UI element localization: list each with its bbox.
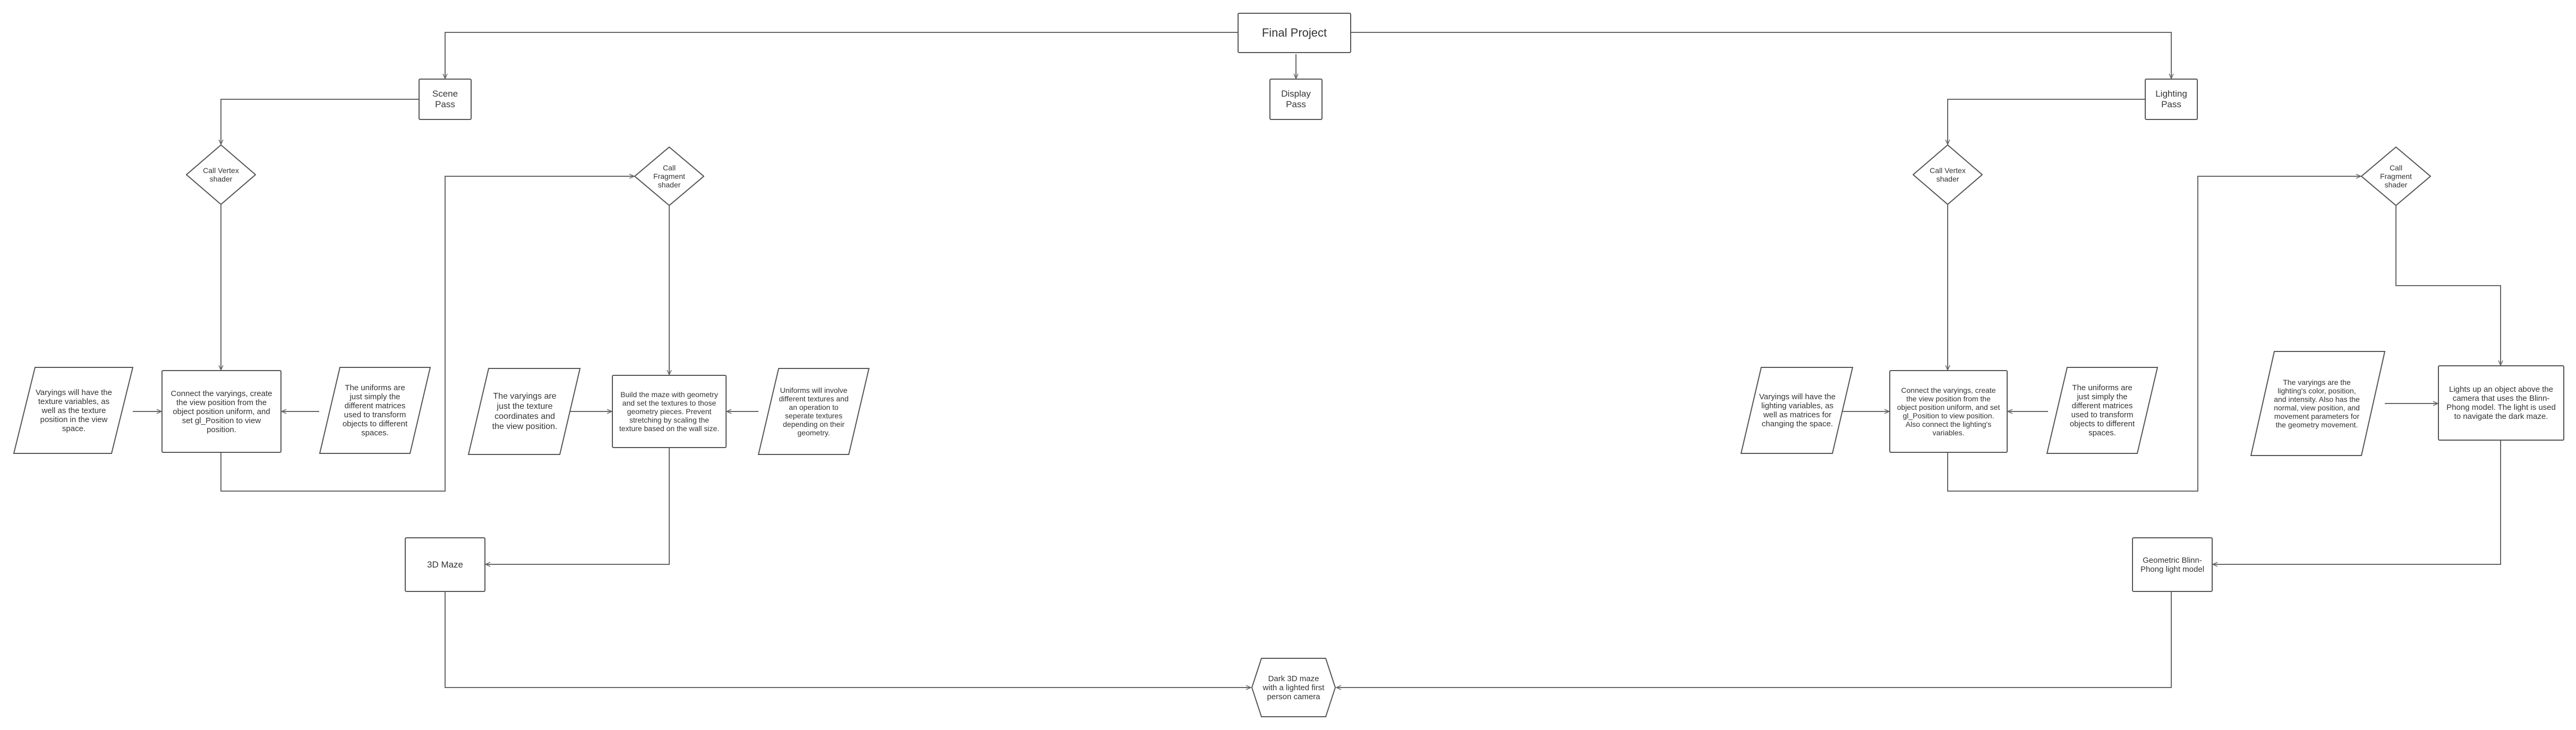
scene-vertex-varyings-input: Varyings will have the texture variables… xyxy=(13,366,134,454)
edge-scene-to-vertex xyxy=(221,99,419,144)
scene-fragment-varyings-text: The varyings are just the texture coordi… xyxy=(492,392,558,431)
result-label: Dark 3D maze with a lighted first person… xyxy=(1263,674,1325,701)
lighting-vertex-process: Connect the varyings, create the view po… xyxy=(1889,370,2008,453)
scene-pass-node: Scene Pass xyxy=(419,79,472,120)
lighting-vertex-call-label: Call Vertex shader xyxy=(1930,166,1966,183)
lighting-fragment-varyings-input: The varyings are the lighting's color, p… xyxy=(2250,350,2386,457)
edge-lighting-to-vertex xyxy=(1948,99,2145,144)
lighting-vertex-uniforms-input: The uniforms are just simply the differe… xyxy=(2046,366,2159,454)
scene-fragment-call-label: Call Fragment shader xyxy=(653,164,685,189)
edge-model-to-result xyxy=(1336,592,2172,688)
display-pass-node: Display Pass xyxy=(1269,79,1323,120)
edge-maze-to-result xyxy=(445,592,1251,688)
edge-final-to-lighting xyxy=(1351,32,2171,79)
final-project-node: Final Project xyxy=(1238,13,1351,53)
lighting-pass-node: Lighting Pass xyxy=(2145,79,2198,120)
scene-fragment-uniforms-text: Uniforms will involve different textures… xyxy=(779,386,849,437)
scene-vertex-process-text: Connect the varyings, create the view po… xyxy=(170,389,272,434)
scene-fragment-uniforms-input: Uniforms will involve different textures… xyxy=(757,367,870,456)
lighting-vertex-uniforms-text: The uniforms are just simply the differe… xyxy=(2069,383,2135,437)
scene-vertex-uniforms-text: The uniforms are just simply the differe… xyxy=(342,383,408,437)
lighting-fragment-process: Lights up an object above the camera tha… xyxy=(2438,365,2564,441)
scene-fragment-process-text: Build the maze with geometry and set the… xyxy=(619,390,720,433)
scene-fragment-varyings-input: The varyings are just the texture coordi… xyxy=(467,367,581,456)
lighting-vertex-decision: Call Vertex shader xyxy=(1913,144,1983,205)
lighting-vertex-varyings-input: Varyings will have the lighting variable… xyxy=(1740,366,1854,454)
lighting-fragment-varyings-text: The varyings are the lighting's color, p… xyxy=(2274,378,2360,429)
display-pass-label: Display Pass xyxy=(1281,89,1311,109)
maze-3d-label: 3D Maze xyxy=(427,560,464,570)
final-project-label: Final Project xyxy=(1261,26,1327,39)
lighting-pass-label: Lighting Pass xyxy=(2155,89,2187,109)
lighting-fragment-process-text: Lights up an object above the camera tha… xyxy=(2446,385,2556,421)
edge-lighting-frag-process-to-model xyxy=(2213,441,2501,564)
blinn-phong-label: Geometric Blinn-Phong light model xyxy=(2140,555,2205,574)
lighting-vertex-varyings-text: Varyings will have the lighting variable… xyxy=(1759,392,1836,428)
lighting-fragment-call-label: Call Fragment shader xyxy=(2380,164,2412,189)
scene-pass-label: Scene Pass xyxy=(432,89,458,109)
result-node: Dark 3D maze with a lighted first person… xyxy=(1251,657,1336,718)
scene-vertex-uniforms-input: The uniforms are just simply the differe… xyxy=(319,366,431,454)
scene-vertex-process: Connect the varyings, create the view po… xyxy=(161,370,282,453)
scene-vertex-decision: Call Vertex shader xyxy=(186,144,256,205)
lighting-fragment-decision: Call Fragment shader xyxy=(2361,147,2431,206)
scene-fragment-decision: Call Fragment shader xyxy=(634,147,704,206)
edge-lighting-fragment-call-to-process xyxy=(2395,206,2501,365)
edge-fragment-process-to-maze xyxy=(485,448,670,564)
scene-vertex-call-label: Call Vertex shader xyxy=(203,166,239,183)
scene-fragment-process: Build the maze with geometry and set the… xyxy=(612,375,727,448)
maze-3d-node: 3D Maze xyxy=(405,537,485,592)
blinn-phong-node: Geometric Blinn-Phong light model xyxy=(2132,537,2213,592)
edge-final-to-scene xyxy=(445,32,1238,79)
lighting-vertex-process-text: Connect the varyings, create the view po… xyxy=(1897,386,2000,437)
scene-vertex-varyings-text: Varyings will have the texture variables… xyxy=(36,388,112,433)
